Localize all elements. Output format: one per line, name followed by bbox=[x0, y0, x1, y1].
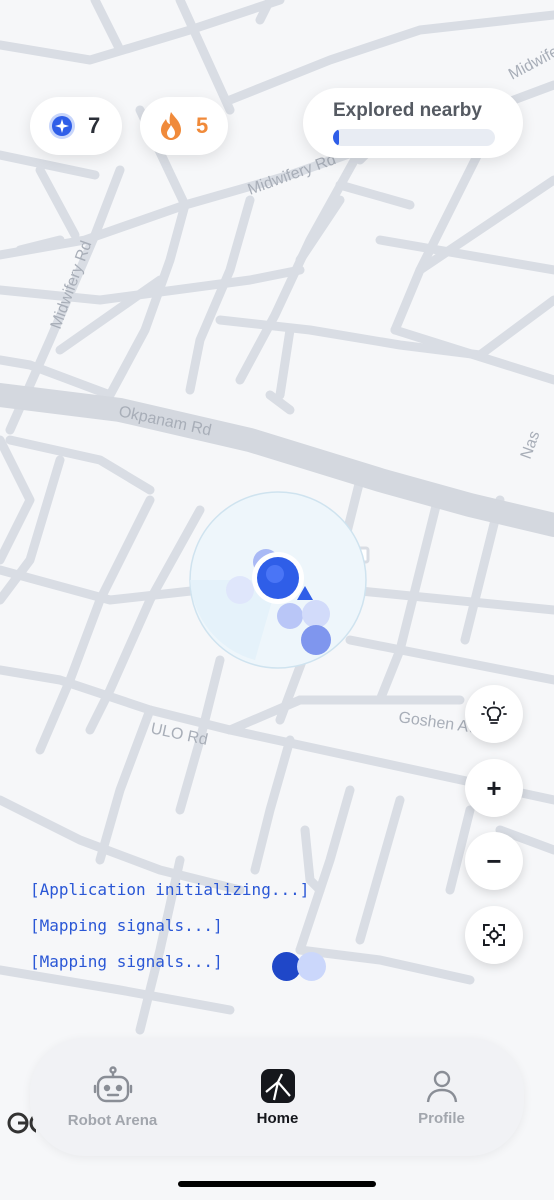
recenter-button[interactable] bbox=[465, 906, 523, 964]
explored-progress-fill bbox=[333, 129, 340, 146]
loading-dots bbox=[272, 952, 328, 982]
flame-icon bbox=[157, 111, 185, 141]
gems-count: 7 bbox=[88, 113, 101, 138]
home-indicator bbox=[178, 1181, 376, 1187]
gems-counter[interactable]: 7 bbox=[30, 97, 122, 155]
avatar-bubble bbox=[226, 576, 254, 604]
nav-label-home: Home bbox=[256, 1109, 299, 1127]
nav-home[interactable]: Home bbox=[215, 1038, 340, 1156]
avatar-bubble bbox=[277, 603, 303, 629]
person-icon bbox=[426, 1070, 457, 1102]
zoom-in-button[interactable]: + bbox=[465, 759, 523, 817]
log-line: [Mapping signals...] bbox=[30, 916, 223, 935]
lightbulb-icon bbox=[481, 701, 507, 724]
streak-count: 5 bbox=[196, 113, 209, 138]
nav-robot-arena[interactable]: Robot Arena bbox=[50, 1038, 175, 1156]
streak-counter[interactable]: 5 bbox=[140, 97, 228, 155]
avatar-bubble bbox=[301, 625, 331, 655]
minus-icon: − bbox=[486, 845, 502, 876]
map-home-icon bbox=[260, 1068, 295, 1103]
nav-label-robot-arena: Robot Arena bbox=[67, 1111, 158, 1129]
map-view[interactable]: Okpanam Rd Midwifery Rd Midwifery Rd ULO… bbox=[0, 0, 554, 1200]
loading-dot bbox=[297, 952, 326, 981]
recenter-icon bbox=[483, 924, 505, 946]
log-line: [Mapping signals...] bbox=[30, 952, 223, 971]
explored-nearby-card[interactable]: Explored nearby bbox=[303, 88, 523, 158]
sparkle-gem-icon bbox=[48, 112, 76, 140]
nav-label-profile: Profile bbox=[418, 1109, 465, 1127]
explored-label: Explored nearby bbox=[333, 100, 482, 121]
zoom-out-button[interactable]: − bbox=[465, 832, 523, 890]
log-line: [Application initializing...] bbox=[30, 880, 310, 899]
avatar-bubble bbox=[302, 600, 330, 628]
nav-profile[interactable]: Profile bbox=[379, 1038, 504, 1156]
bottom-nav: Robot Arena Home Profile bbox=[30, 1038, 524, 1156]
robot-icon bbox=[93, 1065, 132, 1102]
explored-progress-bar bbox=[333, 129, 495, 146]
hint-button[interactable] bbox=[465, 685, 523, 743]
plus-icon: + bbox=[486, 772, 502, 803]
